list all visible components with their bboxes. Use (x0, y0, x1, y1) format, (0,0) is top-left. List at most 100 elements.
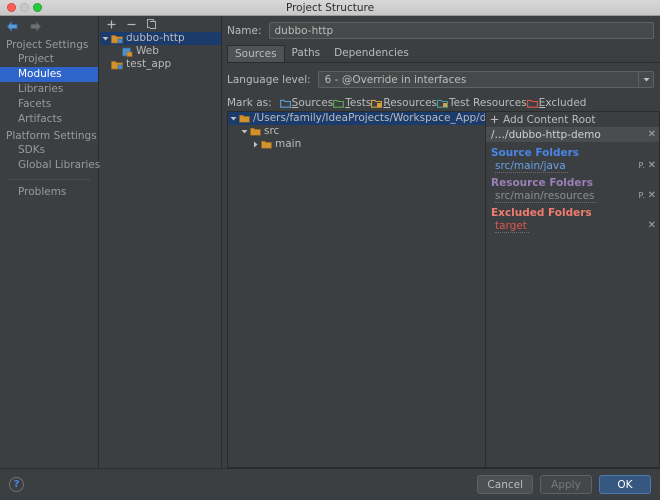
mark-as-label: Mark as: (227, 97, 272, 109)
tab-sources[interactable]: Sources (227, 45, 285, 62)
chevron-down-icon[interactable] (228, 112, 239, 125)
editor-tabs: Sources Paths Dependencies (227, 45, 660, 63)
mark-as-tests-label: Tests (345, 97, 372, 109)
module-name-input[interactable] (268, 22, 654, 39)
sidebar-item-artifacts[interactable]: Artifacts (0, 112, 98, 127)
cancel-button[interactable]: Cancel (477, 475, 533, 494)
resource-folder-path: src/main/resources (495, 189, 597, 203)
resource-folder-actions: P. ✕ (638, 191, 659, 201)
tree-row-content-root[interactable]: /Users/family/IdeaProjects/Workspace_App… (228, 112, 485, 125)
mark-as-tests-button[interactable]: Tests (333, 97, 371, 109)
ok-button[interactable]: OK (599, 475, 651, 494)
resource-folder-row[interactable]: src/main/resources P. ✕ (486, 189, 659, 203)
language-level-select[interactable]: 6 - @Override in interfaces (317, 71, 654, 88)
folder-test-resources-icon (437, 99, 448, 108)
close-icon[interactable]: ✕ (648, 130, 656, 140)
module-folder-icon (111, 34, 123, 44)
close-icon[interactable]: ✕ (648, 161, 656, 171)
sidebar-item-problems[interactable]: Problems (0, 185, 98, 200)
mark-as-row: Mark as: Sources Tests Resources Test Re… (223, 88, 660, 109)
source-folder-row[interactable]: src/main/java P. ✕ (486, 159, 659, 173)
mark-as-resources-button[interactable]: Resources (371, 97, 437, 109)
mark-as-resources-label: Resources (383, 97, 438, 109)
excluded-folder-path: target (495, 219, 529, 233)
folder-excluded-icon (526, 99, 538, 108)
content-folder-tree[interactable]: /Users/family/IdeaProjects/Workspace_App… (227, 111, 485, 468)
arrow-right-icon (29, 20, 42, 32)
sidebar-divider (8, 179, 90, 180)
module-label: dubbo-http (126, 32, 185, 44)
module-row-web[interactable]: Web (100, 45, 221, 58)
module-row-test-app[interactable]: test_app (100, 58, 221, 71)
settings-sidebar: Project Settings Project Modules Librari… (0, 16, 100, 468)
sidebar-item-global-libraries[interactable]: Global Libraries (0, 158, 100, 173)
web-facet-icon (122, 47, 133, 57)
content-roots-list: Add Content Root /…/dubbo-http-demo ✕ So… (485, 111, 660, 468)
modules-toolbar (100, 16, 221, 32)
mark-as-test-resources-button[interactable]: Test Resources (437, 97, 527, 109)
mark-as-test-resources-label: Test Resources (449, 97, 527, 109)
footer-buttons: Cancel Apply OK (477, 475, 651, 494)
modules-panel: dubbo-http Web test_app (100, 16, 222, 468)
tree-row-label: src (264, 125, 280, 137)
tree-row-src[interactable]: src (228, 125, 485, 138)
module-label: test_app (126, 58, 172, 70)
remove-module-button[interactable] (126, 19, 137, 30)
resource-folders-title: Resource Folders (491, 177, 593, 189)
module-label: Web (136, 45, 159, 57)
folder-icon (250, 127, 261, 136)
close-icon[interactable]: ✕ (648, 221, 656, 231)
help-button[interactable]: ? (9, 477, 24, 492)
content-roots-area: /Users/family/IdeaProjects/Workspace_App… (227, 111, 660, 468)
mark-as-excluded-button[interactable]: Excluded (526, 97, 586, 109)
folder-resources-icon (371, 99, 383, 108)
sidebar-item-project[interactable]: Project (0, 52, 98, 67)
tab-dependencies[interactable]: Dependencies (327, 45, 416, 62)
content-root-header: /…/dubbo-http-demo ✕ (486, 128, 659, 142)
plus-icon (490, 115, 499, 124)
dialog-body: Project Settings Project Modules Librari… (0, 16, 660, 468)
excluded-folder-row[interactable]: target ✕ (486, 219, 659, 233)
add-content-root-label: Add Content Root (503, 113, 596, 126)
tree-row-main[interactable]: main (228, 138, 485, 151)
module-name-row: Name: (223, 16, 660, 39)
content-root-path: /…/dubbo-http-demo (491, 129, 601, 141)
mark-as-sources-label: Sources (291, 97, 334, 109)
sidebar-item-sdks[interactable]: SDKs (0, 143, 98, 158)
sidebar-item-libraries[interactable]: Libraries (0, 82, 98, 97)
language-level-row: Language level: 6 - @Override in interfa… (223, 63, 660, 88)
chevron-down-icon[interactable] (638, 72, 653, 87)
window-title: Project Structure (285, 1, 375, 14)
chevron-down-icon[interactable] (100, 32, 111, 45)
close-icon[interactable]: ✕ (648, 191, 656, 201)
source-folders-title: Source Folders (491, 147, 580, 159)
arrow-left-icon[interactable] (6, 20, 19, 32)
mark-as-sources-button[interactable]: Sources (279, 97, 334, 109)
module-name-label: Name: (227, 24, 262, 37)
tab-paths[interactable]: Paths (285, 45, 328, 62)
folder-sources-icon (279, 99, 291, 108)
folder-icon (239, 114, 250, 123)
sidebar-group-project-settings: Project Settings (6, 39, 89, 51)
chevron-down-icon[interactable] (239, 125, 250, 138)
language-level-value: 6 - @Override in interfaces (324, 73, 467, 86)
excluded-folder-actions: ✕ (648, 221, 659, 231)
tree-indent-spacer-3 (100, 58, 111, 71)
module-folder-icon (111, 60, 123, 70)
chevron-right-icon[interactable] (250, 138, 261, 151)
folder-icon (261, 140, 272, 149)
module-row-dubbo-http[interactable]: dubbo-http (100, 32, 221, 45)
source-folder-actions: P. ✕ (638, 161, 659, 171)
package-prefix-icon[interactable]: P. (638, 162, 644, 170)
excluded-folders-title: Excluded Folders (491, 207, 592, 219)
source-folder-path: src/main/java (495, 159, 568, 173)
add-module-button[interactable] (106, 19, 117, 30)
copy-module-button[interactable] (146, 19, 157, 30)
sidebar-item-modules[interactable]: Modules (0, 67, 98, 82)
add-content-root-button[interactable]: Add Content Root (486, 112, 659, 128)
dialog-footer: ? Cancel Apply OK (0, 468, 660, 500)
package-prefix-icon[interactable]: P. (638, 192, 644, 200)
sidebar-item-facets[interactable]: Facets (0, 97, 98, 112)
project-structure-dialog: Project Structure Project Settings Proje… (0, 0, 660, 500)
